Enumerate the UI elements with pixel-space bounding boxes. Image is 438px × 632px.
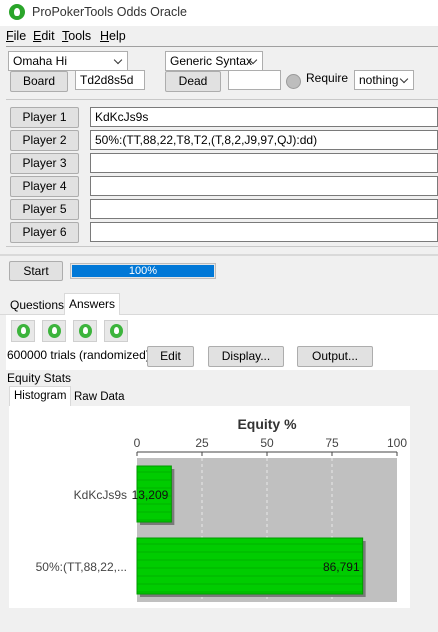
app-logo-icon [9, 4, 25, 20]
board-input[interactable]: Td2d8s5d [75, 70, 145, 90]
oracle-drop-icon[interactable] [73, 320, 97, 342]
equity-stats-label: Equity Stats [7, 371, 72, 385]
chevron-down-icon [113, 55, 123, 65]
player-4-button[interactable]: Player 4 [10, 176, 79, 197]
menu-file[interactable]: File [6, 29, 26, 43]
board-button[interactable]: Board [10, 71, 68, 92]
dead-button[interactable]: Dead [165, 71, 221, 92]
player-3-button[interactable]: Player 3 [10, 153, 79, 174]
window-title: ProPokerTools Odds Oracle [32, 5, 187, 19]
status-bar [0, 610, 438, 632]
player-5-button[interactable]: Player 5 [10, 199, 79, 220]
x-tick-label: 25 [195, 436, 209, 450]
x-tick-label: 75 [325, 436, 339, 450]
player-3-input[interactable] [90, 153, 438, 173]
progress-bar: 100% [70, 263, 216, 279]
category-label: 50%:(TT,88,22,... [36, 560, 127, 574]
tab-raw-data[interactable]: Raw Data [70, 388, 129, 408]
player-4-input[interactable] [90, 176, 438, 196]
edit-button[interactable]: Edit [147, 346, 194, 367]
category-label: KdKcJs9s [74, 488, 127, 502]
player-5-input[interactable] [90, 199, 438, 219]
tab-questions[interactable]: Questions [6, 295, 68, 315]
menu-edit[interactable]: Edit [33, 29, 55, 43]
start-button[interactable]: Start [9, 261, 63, 281]
x-tick-label: 50 [260, 436, 274, 450]
require-toggle[interactable] [286, 74, 301, 89]
x-tick-label: 0 [134, 436, 141, 450]
divider [6, 246, 438, 247]
game-select[interactable]: Omaha Hi [8, 51, 128, 71]
player-6-button[interactable]: Player 6 [10, 222, 79, 243]
divider [6, 99, 438, 100]
oracle-drop-icon[interactable] [42, 320, 66, 342]
divider [6, 46, 438, 47]
player-1-button[interactable]: Player 1 [10, 107, 79, 128]
splitter-handle[interactable] [0, 254, 438, 256]
progress-label: 100% [128, 265, 158, 277]
output-button[interactable]: Output... [297, 346, 373, 367]
bar-value-label: 13,209 [132, 488, 169, 502]
menu-tools[interactable]: Tools [62, 29, 91, 43]
tab-histogram[interactable]: Histogram [9, 386, 72, 406]
player-1-input[interactable]: KdKcJs9s [90, 107, 438, 127]
dead-input[interactable] [228, 70, 281, 90]
player-6-input[interactable] [90, 222, 438, 242]
tab-answers[interactable]: Answers [64, 293, 121, 315]
player-2-button[interactable]: Player 2 [10, 130, 79, 151]
display-button[interactable]: Display... [208, 346, 284, 367]
equity-chart: Equity % 0 25 50 75 100 13,209 KdKcJs9s 86,791… [36, 416, 407, 602]
trials-text: 600000 trials (randomized) [7, 348, 150, 362]
syntax-select[interactable]: Generic Syntax [165, 51, 263, 71]
require-label: Require [306, 71, 349, 85]
oracle-drop-icon[interactable] [104, 320, 128, 342]
chart-title: Equity % [237, 416, 297, 432]
x-tick-label: 100 [387, 436, 407, 450]
histogram-panel: Equity % 0 25 50 75 100 13,209 KdKcJs9s 86,791… [9, 406, 410, 608]
require-select[interactable]: nothing [354, 70, 414, 90]
menu-help[interactable]: Help [100, 29, 126, 43]
chevron-down-icon [399, 74, 409, 84]
oracle-drop-icon[interactable] [11, 320, 35, 342]
player-2-input[interactable]: 50%:(TT,88,22,T8,T2,(T,8,2,J9,97,QJ):dd) [90, 130, 438, 150]
bar-value-label: 86,791 [323, 560, 360, 574]
